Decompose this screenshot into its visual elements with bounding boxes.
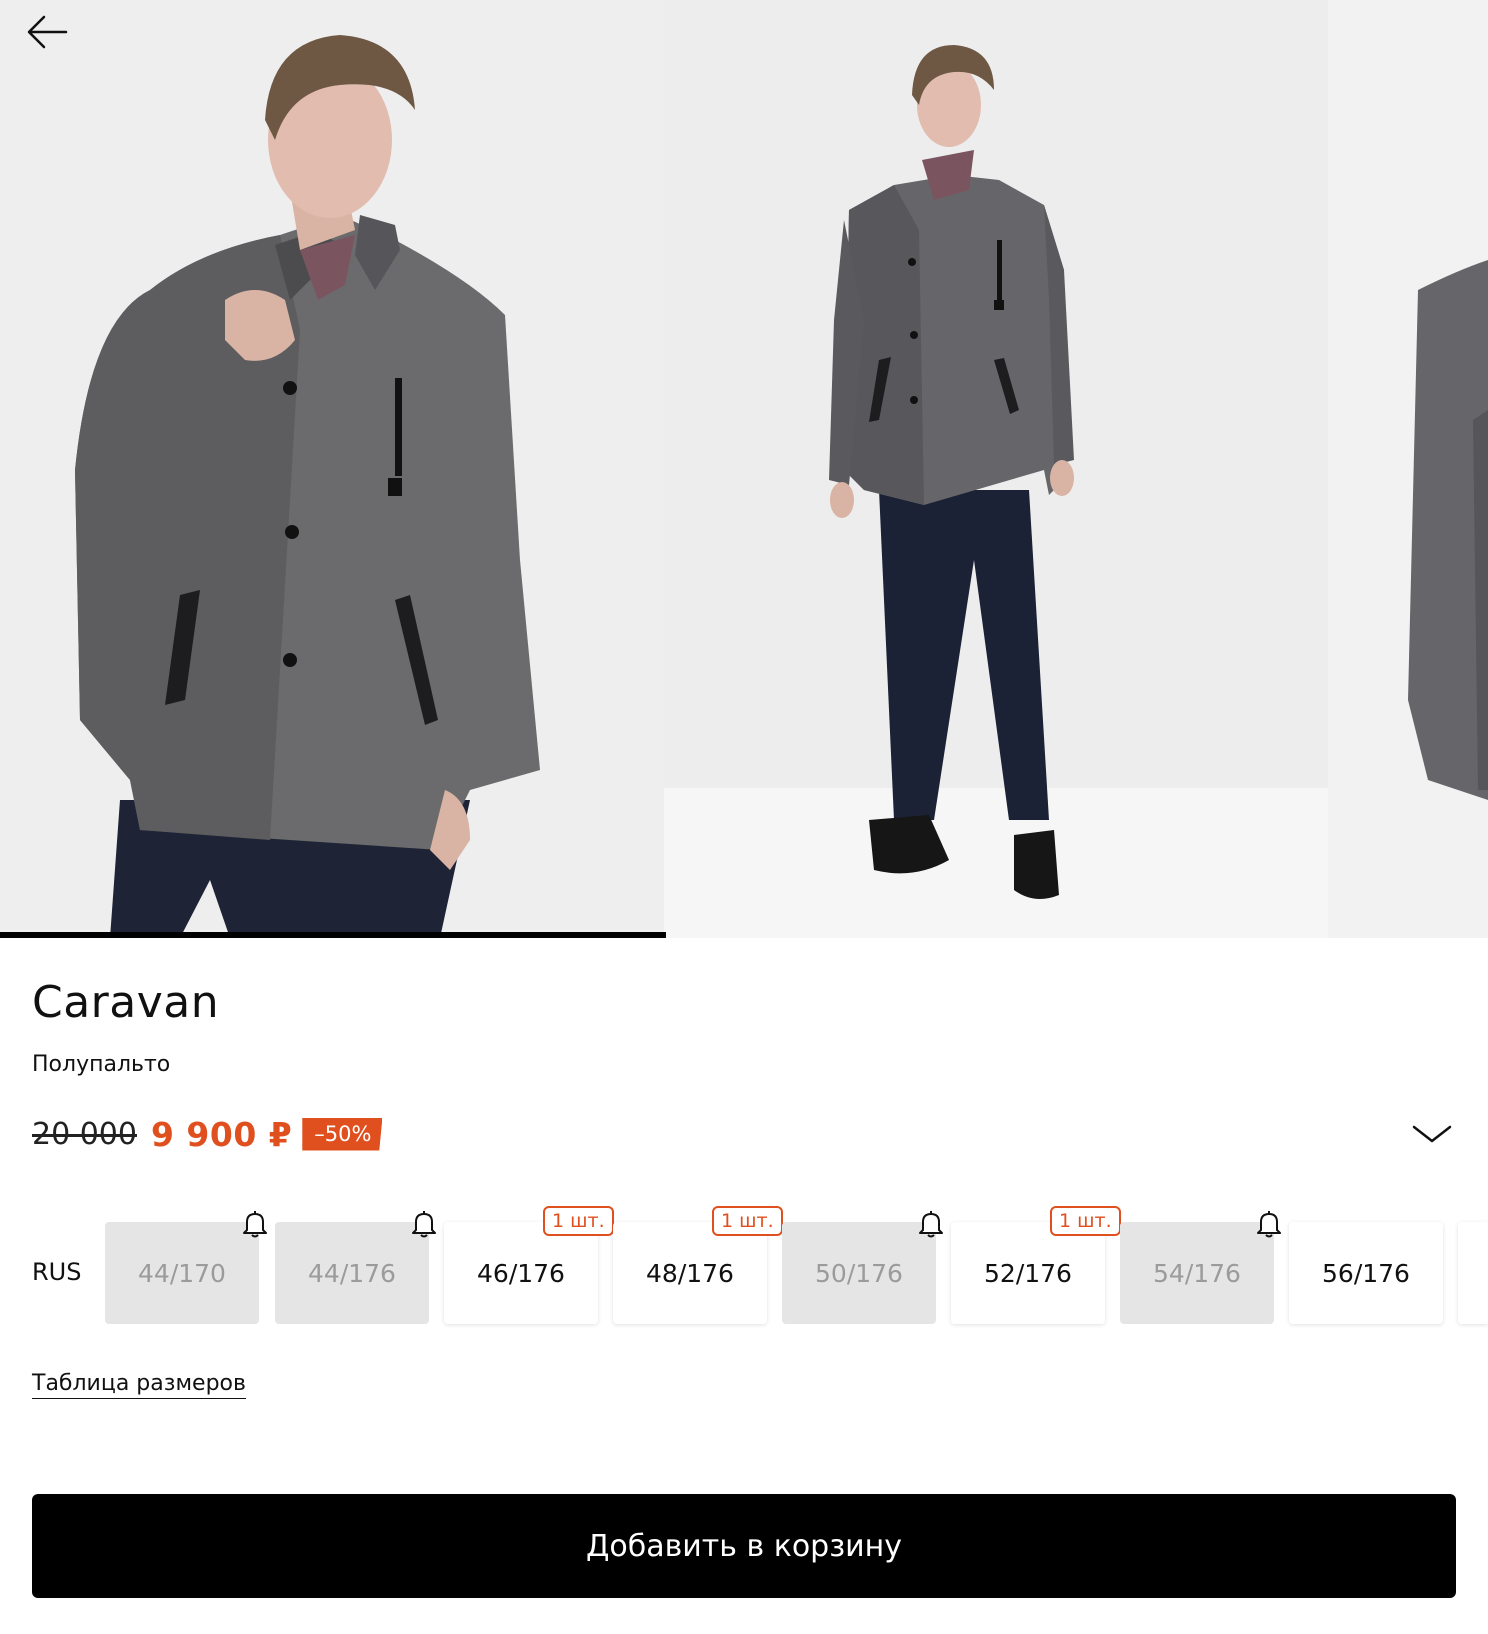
size-system-label: RUS [32,1258,82,1286]
product-type: Полупальто [32,1052,171,1077]
old-price: 20 000 [32,1116,137,1152]
gallery-image-3[interactable] [1328,0,1488,938]
expand-details-button[interactable] [1410,1118,1454,1150]
size-label: 46/176 [477,1258,565,1288]
size-chip[interactable]: 44/170 [105,1222,259,1324]
gallery-progress-indicator [0,932,666,938]
size-label: 56/176 [1322,1258,1410,1288]
size-selector: RUS 44/170 44/176 46/176 1 шт. 48/176 1 … [0,1200,1488,1340]
size-table-link[interactable]: Таблица размеров [32,1370,246,1399]
coat-fulllength-illustration [829,45,1074,899]
product-gallery[interactable] [0,0,1488,938]
size-chip[interactable]: 44/176 [275,1222,429,1324]
stock-badge: 1 шт. [543,1206,614,1236]
gallery-image-1[interactable] [0,0,664,938]
add-to-cart-button[interactable]: Добавить в корзину [32,1494,1456,1598]
new-price: 9 900 ₽ [150,1114,293,1154]
coat-closeup-illustration [75,35,540,938]
product-brand: Caravan [32,977,220,1028]
size-label: 44/176 [308,1258,396,1288]
size-label: 52/176 [984,1258,1072,1288]
bell-icon[interactable] [240,1208,270,1240]
size-label: 50/176 [815,1258,903,1288]
price-row: 20 000 9 900 ₽ –50% [32,1112,383,1156]
stock-badge: 1 шт. [1050,1206,1121,1236]
discount-badge: –50% [302,1117,383,1151]
arrow-left-icon [27,15,68,49]
size-chip[interactable]: 50/176 [782,1222,936,1324]
size-chip[interactable]: 52/176 [951,1222,1105,1324]
back-button[interactable] [22,8,74,56]
size-chip[interactable]: 56/176 [1289,1222,1443,1324]
stock-badge: 1 шт. [712,1206,783,1236]
bell-icon[interactable] [409,1208,439,1240]
bell-icon[interactable] [1254,1208,1284,1240]
chevron-down-icon [1412,1125,1452,1143]
gallery-image-2[interactable] [664,0,1328,938]
size-chip[interactable]: 46/176 [444,1222,598,1324]
size-chip[interactable]: 54/176 [1120,1222,1274,1324]
bell-icon[interactable] [916,1208,946,1240]
size-chip[interactable]: 48/176 [613,1222,767,1324]
size-chip-partial[interactable] [1458,1222,1488,1324]
size-label: 54/176 [1153,1258,1241,1288]
size-label: 44/170 [138,1258,226,1288]
size-label: 48/176 [646,1258,734,1288]
coat-partial-illustration [1408,260,1488,800]
